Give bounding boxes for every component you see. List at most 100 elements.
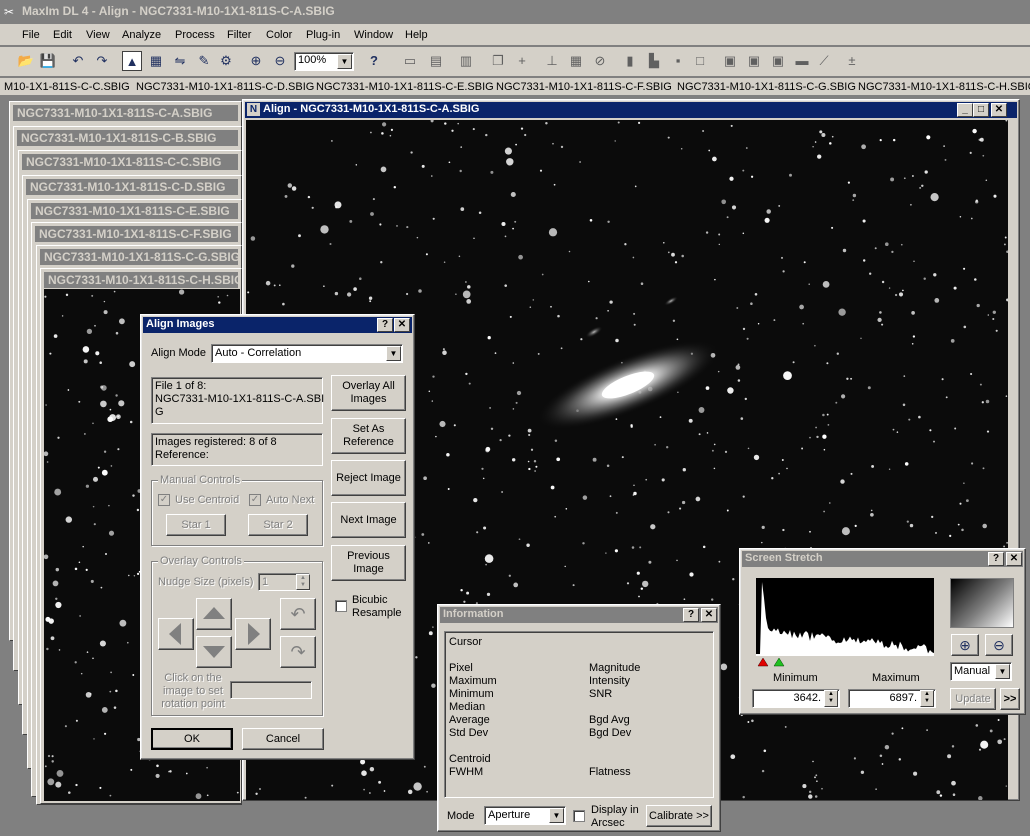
nudge-right-button[interactable] — [235, 618, 271, 650]
star1-button[interactable]: Star 1 — [166, 514, 226, 536]
window-tab[interactable]: M10-1X1-811S-C-C.SBIG — [4, 81, 130, 93]
save-icon[interactable]: 💾 — [38, 51, 58, 71]
tool-4-icon[interactable]: ❐ — [488, 51, 508, 71]
nudge-spinner[interactable]: ▲ ▼ — [296, 574, 310, 590]
bicubic-checkbox[interactable] — [335, 600, 347, 612]
max-marker-icon[interactable] — [773, 657, 785, 667]
tool-14-icon[interactable]: ▣ — [768, 51, 788, 71]
image-window-icon[interactable]: N — [247, 103, 260, 116]
overlay-all-button[interactable]: Overlay All Images — [331, 375, 406, 411]
star — [93, 523, 96, 526]
set-reference-button[interactable]: Set As Reference — [331, 418, 406, 454]
chevron-down-icon[interactable]: ▼ — [549, 808, 564, 823]
menu-edit[interactable]: Edit — [53, 29, 72, 41]
cancel-button[interactable]: Cancel — [242, 728, 324, 750]
histogram[interactable] — [756, 578, 934, 656]
window-tab[interactable]: NGC7331-M10-1X1-811S-C-E.SBIG — [316, 81, 494, 93]
menu-process[interactable]: Process — [175, 29, 215, 41]
crosshair-icon[interactable]: + — [512, 51, 532, 71]
window-tab[interactable]: NGC7331-M10-1X1-811S-C-G.SBIG — [677, 81, 856, 93]
ok-button[interactable]: OK — [151, 728, 233, 750]
app-icon[interactable]: ✂ — [4, 5, 18, 19]
star — [661, 478, 665, 482]
more-button[interactable]: >> — [1000, 688, 1020, 710]
nudge-down-button[interactable] — [196, 636, 232, 668]
menu-help[interactable]: Help — [405, 29, 428, 41]
star — [874, 247, 877, 250]
tool-11-icon[interactable]: □ — [690, 51, 710, 71]
tool-5-icon[interactable]: ⊥ — [542, 51, 562, 71]
zoom-dropdown-arrow-icon[interactable]: ▼ — [337, 54, 352, 69]
zoom-in-icon[interactable]: ⊕ — [246, 51, 266, 71]
chevron-down-icon[interactable]: ▼ — [995, 664, 1010, 679]
star — [413, 782, 422, 791]
chevron-down-icon[interactable]: ▼ — [386, 346, 401, 361]
help-icon[interactable]: ? — [683, 608, 699, 622]
tool-12-icon[interactable]: ▣ — [720, 51, 740, 71]
tool-3-icon[interactable]: ▥ — [456, 51, 476, 71]
menu-plugin[interactable]: Plug-in — [306, 29, 340, 41]
maximum-spinner[interactable]: ▲ ▼ — [920, 690, 934, 707]
zoom-out-icon[interactable]: ⊖ — [270, 51, 290, 71]
tool-15-icon[interactable]: ▬ — [792, 51, 812, 71]
context-help-icon[interactable]: ? — [364, 51, 384, 71]
tool-8-icon[interactable]: ▮ — [620, 51, 640, 71]
tool-10-icon[interactable]: ▪ — [668, 51, 688, 71]
flip-icon[interactable]: ⇋ — [170, 51, 190, 71]
star — [130, 768, 133, 771]
grid-icon[interactable]: ▦ — [146, 51, 166, 71]
zoom-out-icon[interactable]: ⊖ — [985, 634, 1013, 656]
tool-13-icon[interactable]: ▣ — [744, 51, 764, 71]
menu-analyze[interactable]: Analyze — [122, 29, 161, 41]
tool-9-icon[interactable]: ▙ — [644, 51, 664, 71]
tool-7-icon[interactable]: ⊘ — [590, 51, 610, 71]
tool-1-icon[interactable]: ▭ — [400, 51, 420, 71]
menu-color[interactable]: Color — [266, 29, 292, 41]
menu-file[interactable]: File — [22, 29, 40, 41]
close-icon[interactable]: ✕ — [701, 608, 717, 622]
help-icon[interactable]: ? — [377, 318, 393, 332]
curve-icon[interactable]: ⟋ — [814, 51, 834, 71]
pin-icon[interactable]: ✎ — [194, 51, 214, 71]
display-arcsec-checkbox[interactable] — [573, 810, 585, 822]
settings-icon[interactable]: ⚙ — [216, 51, 236, 71]
tool-16-icon[interactable]: ± — [842, 51, 862, 71]
window-tab[interactable]: NGC7331-M10-1X1-811S-C-H.SBIG — [858, 81, 1030, 93]
maximize-icon[interactable]: □ — [973, 103, 989, 117]
update-button[interactable]: Update — [950, 688, 996, 710]
zoom-in-icon[interactable]: ⊕ — [951, 634, 979, 656]
help-icon[interactable]: ? — [988, 552, 1004, 566]
min-marker-icon[interactable] — [757, 657, 769, 667]
menu-window[interactable]: Window — [354, 29, 393, 41]
align-mode-select[interactable]: Auto - Correlation — [211, 344, 403, 363]
auto-next-checkbox[interactable]: ✓ — [249, 494, 261, 506]
tool-2-icon[interactable]: ▤ — [426, 51, 446, 71]
open-icon[interactable]: 📂 — [16, 51, 36, 71]
star2-button[interactable]: Star 2 — [248, 514, 308, 536]
rotate-cw-button[interactable]: ↷ — [280, 636, 316, 668]
stretch-markers[interactable] — [756, 657, 796, 667]
menu-filter[interactable]: Filter — [227, 29, 251, 41]
undo-icon[interactable]: ↶ — [68, 51, 88, 71]
close-icon[interactable]: ✕ — [394, 318, 410, 332]
star — [954, 427, 957, 430]
menu-view[interactable]: View — [86, 29, 110, 41]
reject-image-button[interactable]: Reject Image — [331, 460, 406, 496]
previous-image-button[interactable]: Previous Image — [331, 545, 406, 581]
star — [421, 533, 425, 536]
tool-6-icon[interactable]: ▦ — [566, 51, 586, 71]
minimize-icon[interactable]: _ — [957, 103, 973, 117]
calibrate-button[interactable]: Calibrate >> — [646, 805, 712, 827]
image-view-icon[interactable]: ▲ — [122, 51, 142, 71]
use-centroid-checkbox[interactable]: ✓ — [158, 494, 170, 506]
redo-icon[interactable]: ↷ — [92, 51, 112, 71]
nudge-up-button[interactable] — [196, 598, 232, 630]
close-icon[interactable]: ✕ — [1006, 552, 1022, 566]
rotate-ccw-button[interactable]: ↶ — [280, 598, 316, 630]
nudge-left-button[interactable] — [158, 618, 194, 650]
window-tab[interactable]: NGC7331-M10-1X1-811S-C-F.SBIG — [496, 81, 672, 93]
minimum-spinner[interactable]: ▲ ▼ — [824, 690, 838, 707]
window-tab[interactable]: NGC7331-M10-1X1-811S-C-D.SBIG — [136, 81, 314, 93]
next-image-button[interactable]: Next Image — [331, 502, 406, 538]
close-icon[interactable]: ✕ — [991, 103, 1007, 117]
